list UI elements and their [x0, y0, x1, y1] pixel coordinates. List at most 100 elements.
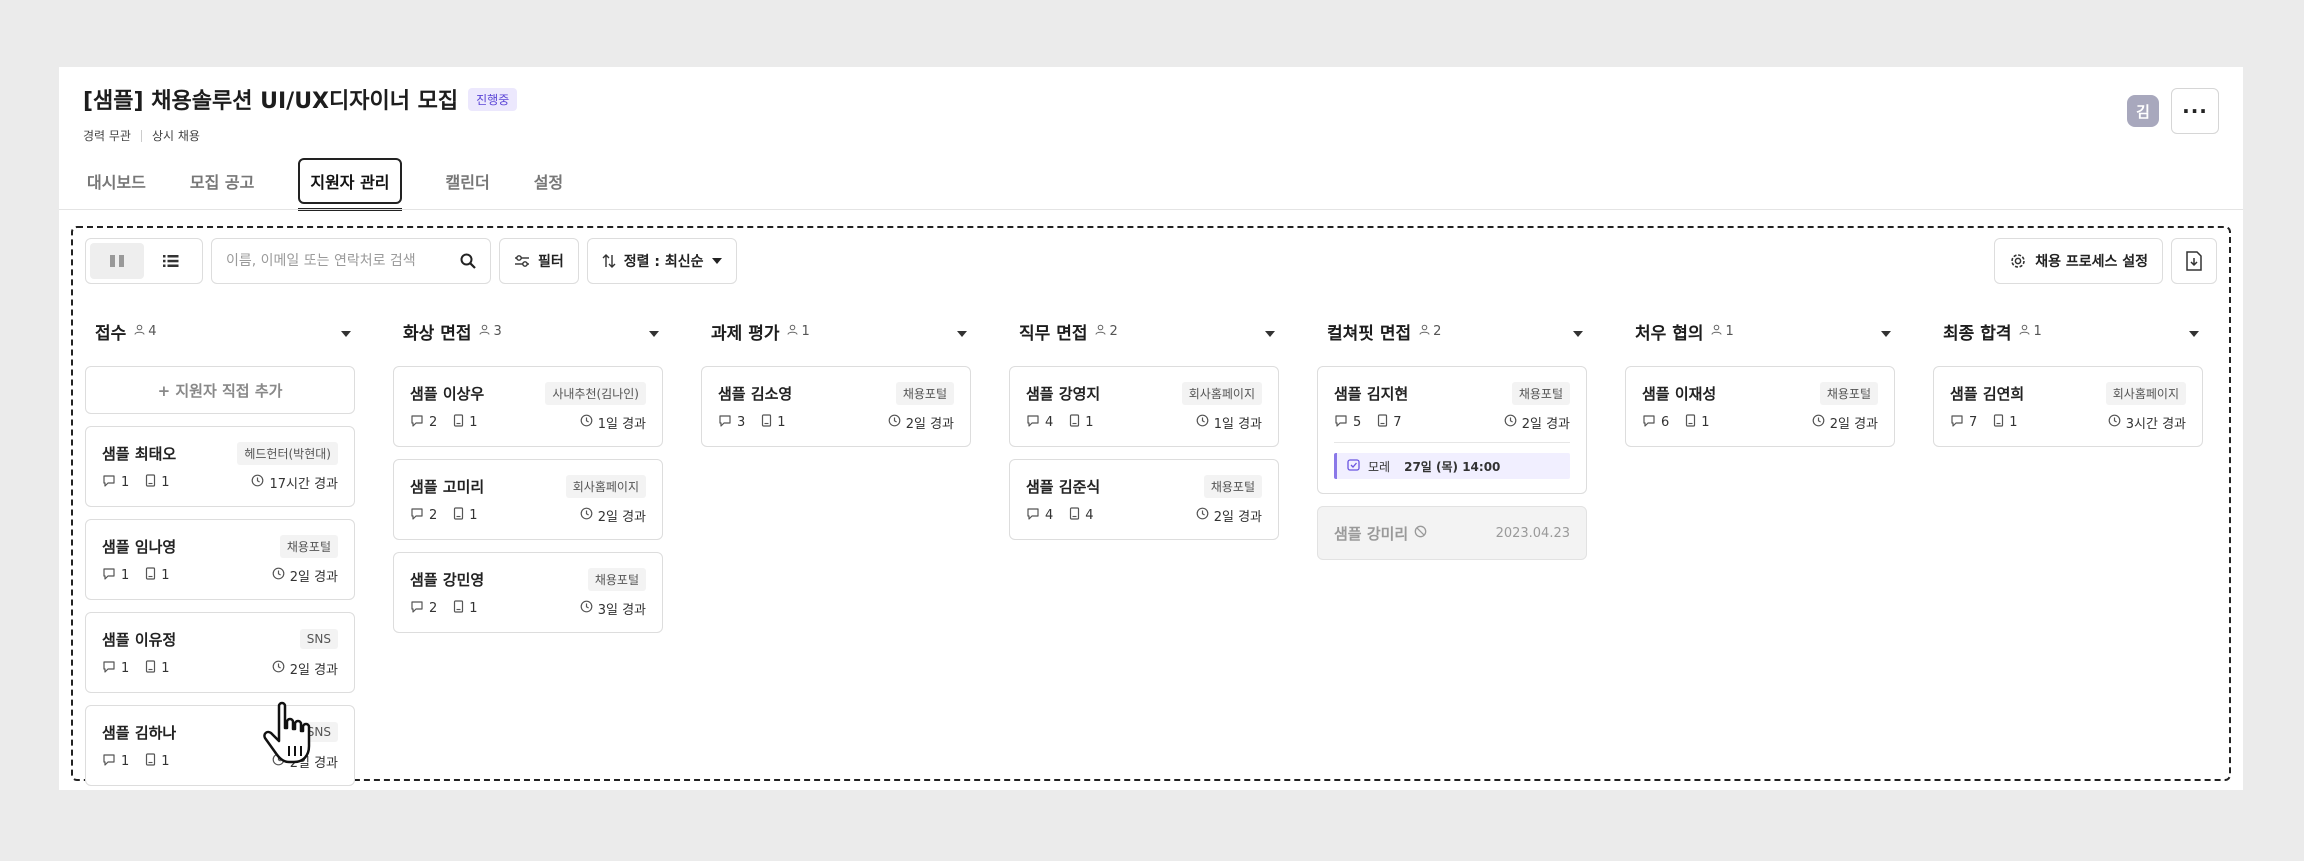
comment-count: 1	[102, 567, 129, 584]
document-icon	[453, 507, 464, 524]
board-view-button[interactable]	[90, 243, 144, 279]
column-header[interactable]: 컬쳐핏 면접 2	[1317, 316, 1587, 346]
list-view-button[interactable]	[144, 243, 198, 279]
applicant-card[interactable]: 샘플 이유정 SNS 1 1 2일 경과	[85, 612, 355, 693]
avatar[interactable]: 김	[2127, 95, 2159, 127]
elapsed-time: 17시간 경과	[251, 473, 338, 492]
clock-icon	[888, 414, 901, 431]
tab-applicants[interactable]: 지원자 관리	[298, 155, 402, 211]
source-badge: 채용포털	[1203, 474, 1262, 498]
count-value: 2	[1433, 323, 1442, 339]
tab-calendar[interactable]: 캘린더	[446, 155, 490, 207]
document-count: 1	[453, 507, 478, 524]
column-menu-icon[interactable]	[957, 322, 967, 341]
add-applicant-button[interactable]: + 지원자 직접 추가	[85, 366, 355, 414]
comment-icon	[102, 474, 116, 491]
applicant-card[interactable]: 샘플 고미리 회사홈페이지 2 1 2일 경과	[393, 459, 663, 540]
source-badge: 채용포털	[587, 567, 646, 591]
source-badge: 채용포털	[895, 381, 954, 405]
source-badge: 채용포털	[279, 534, 338, 558]
applicant-card[interactable]: 샘플 이재성 채용포털 6 1 2일 경과	[1625, 366, 1895, 447]
tab-dashboard[interactable]: 대시보드	[87, 155, 146, 207]
clock-icon	[1504, 414, 1517, 431]
applicant-card[interactable]: 샘플 강민영 채용포털 2 1 3일 경과	[393, 552, 663, 633]
person-icon	[479, 324, 490, 339]
document-count: 1	[1993, 414, 2018, 431]
elapsed-time: 2일 경과	[1504, 413, 1570, 432]
board-toolbar: 필터 정렬 : 최신순 채용 프로세스 설정	[85, 238, 2217, 284]
column-count: 3	[479, 324, 502, 339]
applicant-card[interactable]: 샘플 김지현 채용포털 5 7 2일 경과 모레 27일 (목) 14:00	[1317, 366, 1587, 494]
document-count: 1	[1685, 414, 1710, 431]
column-menu-icon[interactable]	[2189, 322, 2199, 341]
source-badge: SNS	[299, 722, 338, 742]
column-menu-icon[interactable]	[1573, 322, 1583, 341]
column-header[interactable]: 접수 4	[85, 316, 355, 346]
dropped-applicant-card[interactable]: 샘플 강미리 2023.04.23	[1317, 506, 1587, 560]
source-badge: 헤드헌터(박현대)	[237, 441, 338, 465]
sort-dropdown[interactable]: 정렬 : 최신순	[586, 238, 737, 284]
elapsed-time: 1일 경과	[1196, 413, 1262, 432]
column-count: 1	[1711, 324, 1734, 339]
kanban-columns: 접수 4 + 지원자 직접 추가 샘플 최태오 헤드헌터(박현대) 1 1 17시간 경과 샘플…	[85, 316, 2203, 798]
applicant-name: 샘플 이재성	[1642, 384, 1717, 403]
list-view-icon	[163, 255, 179, 267]
column-header[interactable]: 처우 협의 1	[1625, 316, 1895, 346]
applicant-card[interactable]: 샘플 김소영 채용포털 3 1 2일 경과	[701, 366, 971, 447]
document-icon	[145, 753, 156, 770]
person-icon	[2019, 324, 2030, 339]
person-icon	[1711, 324, 1722, 339]
column-header[interactable]: 직무 면접 2	[1009, 316, 1279, 346]
applicant-name: 샘플 임나영	[102, 537, 177, 556]
process-settings-button[interactable]: 채용 프로세스 설정	[1994, 238, 2163, 284]
comment-count: 1	[102, 660, 129, 677]
comment-icon	[718, 414, 732, 431]
filter-button[interactable]: 필터	[499, 238, 579, 284]
clock-icon	[272, 660, 285, 677]
column-count: 2	[1095, 323, 1118, 339]
applicant-card[interactable]: 샘플 최태오 헤드헌터(박현대) 1 1 17시간 경과	[85, 426, 355, 507]
count-value: 2	[1109, 323, 1118, 339]
applicant-card[interactable]: 샘플 강영지 회사홈페이지 4 1 1일 경과	[1009, 366, 1279, 447]
applicant-card[interactable]: 샘플 이상우 사내추천(김나인) 2 1 1일 경과	[393, 366, 663, 447]
gear-icon	[2011, 254, 2026, 268]
tab-settings[interactable]: 설정	[534, 155, 563, 207]
column-menu-icon[interactable]	[649, 322, 659, 341]
clock-icon	[580, 414, 593, 431]
applicant-card[interactable]: 샘플 김준식 채용포털 4 4 2일 경과	[1009, 459, 1279, 540]
column-count: 2	[1419, 324, 1441, 339]
document-count: 1	[1069, 414, 1094, 431]
comment-count: 5	[1334, 414, 1361, 431]
column-header[interactable]: 화상 면접 3	[393, 316, 663, 346]
search-input[interactable]	[226, 253, 456, 269]
more-icon: ···	[2182, 99, 2208, 123]
clock-icon	[272, 753, 285, 770]
applicant-card[interactable]: 샘플 임나영 채용포털 1 1 2일 경과	[85, 519, 355, 600]
column-menu-icon[interactable]	[341, 322, 351, 341]
applicant-name: 샘플 김준식	[1026, 477, 1101, 496]
column-title: 컬쳐핏 면접	[1327, 323, 1412, 344]
comment-count: 3	[718, 414, 745, 431]
tab-job-posting[interactable]: 모집 공고	[190, 155, 254, 207]
column-menu-icon[interactable]	[1265, 322, 1275, 341]
applicant-name: 샘플 강미리	[1334, 523, 1427, 544]
column-header[interactable]: 최종 합격 1	[1933, 316, 2203, 346]
pipeline-column: 컬쳐핏 면접 2 샘플 김지현 채용포털 5 7 2일 경과 모레 27일 (목) 14:00 샘…	[1317, 316, 1587, 798]
more-button[interactable]: ···	[2171, 88, 2219, 134]
download-button[interactable]	[2171, 238, 2217, 284]
comment-icon	[102, 753, 116, 770]
comment-icon	[1950, 414, 1964, 431]
applicant-card[interactable]: 샘플 김하나 SNS 1 1 2일 경과	[85, 705, 355, 786]
document-icon	[453, 600, 464, 617]
clock-icon	[2108, 414, 2121, 431]
kanban-board: 필터 정렬 : 최신순 채용 프로세스 설정 접수4+ 지원자 직접 추가샘플 …	[71, 226, 2231, 786]
document-count: 7	[1377, 414, 1402, 431]
column-title: 과제 평가	[711, 323, 780, 344]
column-header[interactable]: 과제 평가 1	[701, 316, 971, 346]
column-title: 처우 협의	[1635, 323, 1704, 344]
applicant-card[interactable]: 샘플 김연희 회사홈페이지 7 1 3시간 경과	[1933, 366, 2203, 447]
pipeline-column: 화상 면접 3 샘플 이상우 사내추천(김나인) 2 1 1일 경과샘플 고미리 회사홈페이지…	[393, 316, 663, 798]
document-icon	[1069, 507, 1080, 524]
schedule-datetime: 27일 (목) 14:00	[1404, 459, 1501, 474]
column-menu-icon[interactable]	[1881, 322, 1891, 341]
